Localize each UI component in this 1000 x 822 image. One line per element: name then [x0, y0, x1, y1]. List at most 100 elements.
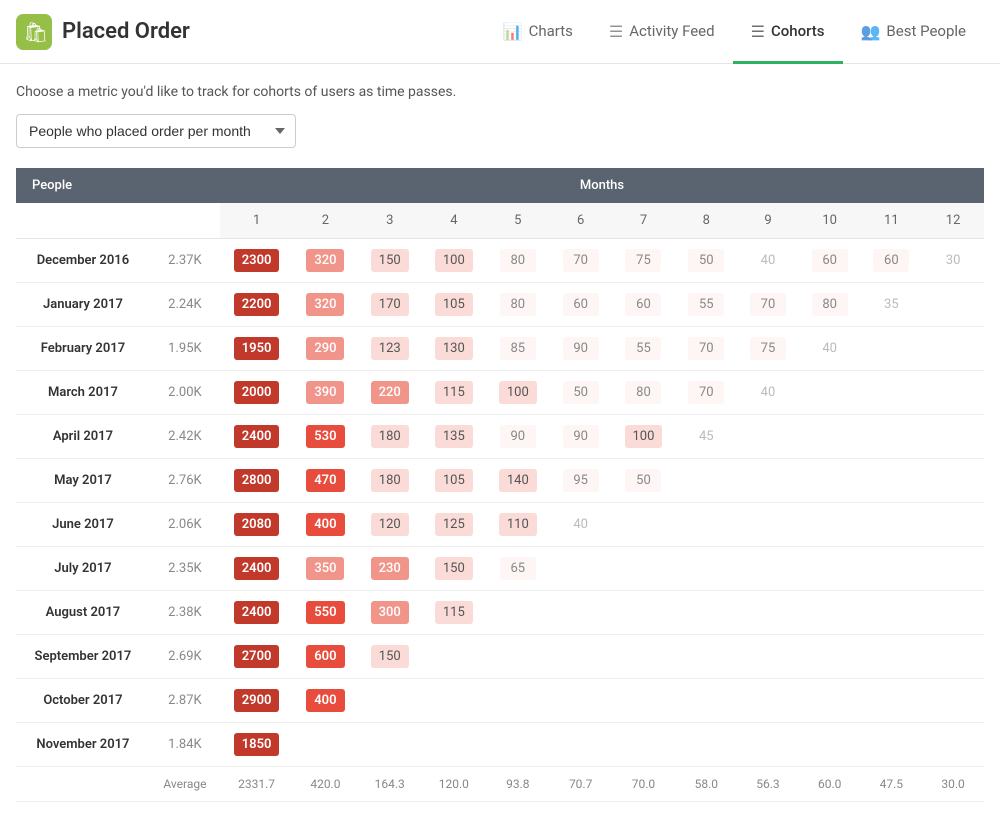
data-cell	[486, 723, 550, 767]
row-label: July 2017	[16, 547, 150, 591]
data-cell: 2800	[220, 459, 293, 503]
cohort-table: People Months 1 2 3 4 5 6 7 8 9 10 11 12…	[16, 168, 984, 802]
row-people: 2.76K	[150, 459, 220, 503]
data-cell: 70	[675, 327, 737, 371]
people-header: People	[16, 168, 220, 203]
data-cell	[486, 679, 550, 723]
data-cell	[861, 635, 923, 679]
avg-cell: 70.0	[611, 767, 675, 802]
data-cell: 470	[293, 459, 357, 503]
data-cell: 60	[611, 283, 675, 327]
data-cell	[675, 679, 737, 723]
data-cell: 40	[737, 239, 799, 283]
data-cell: 100	[486, 371, 550, 415]
metric-dropdown[interactable]: People who placed order per monthPeople …	[16, 114, 296, 148]
page-title: Placed Order	[62, 19, 190, 44]
data-cell	[737, 503, 799, 547]
data-cell: 2300	[220, 239, 293, 283]
data-cell: 40	[737, 371, 799, 415]
data-cell: 60	[861, 239, 923, 283]
data-cell: 220	[358, 371, 422, 415]
col-header-4: 4	[422, 203, 486, 239]
row-people: 2.69K	[150, 635, 220, 679]
data-cell	[486, 635, 550, 679]
data-cell: 75	[737, 327, 799, 371]
data-cell	[799, 547, 861, 591]
data-cell: 150	[358, 635, 422, 679]
avg-cell: 420.0	[293, 767, 357, 802]
col-header-2: 2	[293, 203, 357, 239]
data-cell	[550, 591, 612, 635]
data-cell: 135	[422, 415, 486, 459]
cohorts-icon: ☰	[751, 22, 765, 41]
data-cell	[358, 679, 422, 723]
data-cell	[422, 723, 486, 767]
data-cell: 170	[358, 283, 422, 327]
data-cell	[611, 547, 675, 591]
data-cell	[861, 723, 923, 767]
data-cell: 2400	[220, 547, 293, 591]
row-label: August 2017	[16, 591, 150, 635]
data-cell	[550, 547, 612, 591]
data-cell: 105	[422, 283, 486, 327]
row-label: December 2016	[16, 239, 150, 283]
row-people: 2.37K	[150, 239, 220, 283]
data-cell	[922, 679, 984, 723]
data-cell	[861, 503, 923, 547]
data-cell: 100	[611, 415, 675, 459]
tab-best-people-label: Best People	[886, 22, 966, 40]
table-row: February 20171.95K1950290123130859055707…	[16, 327, 984, 371]
tab-cohorts-label: Cohorts	[771, 22, 825, 40]
row-label: January 2017	[16, 283, 150, 327]
data-cell: 55	[611, 327, 675, 371]
data-cell: 2200	[220, 283, 293, 327]
tab-activity-feed[interactable]: ☰ Activity Feed	[591, 1, 733, 64]
data-cell	[861, 371, 923, 415]
avg-cell: 30.0	[922, 767, 984, 802]
data-cell	[550, 723, 612, 767]
avg-empty	[16, 767, 150, 802]
data-cell: 1950	[220, 327, 293, 371]
people-icon: 👥	[861, 22, 881, 41]
row-label: June 2017	[16, 503, 150, 547]
row-people: 2.24K	[150, 283, 220, 327]
data-cell	[922, 459, 984, 503]
data-cell: 90	[486, 415, 550, 459]
data-cell: 90	[550, 415, 612, 459]
data-cell: 40	[550, 503, 612, 547]
row-people: 1.95K	[150, 327, 220, 371]
col-header-6: 6	[550, 203, 612, 239]
avg-cell: 164.3	[358, 767, 422, 802]
tab-cohorts[interactable]: ☰ Cohorts	[733, 1, 843, 64]
data-cell: 1850	[220, 723, 293, 767]
data-cell	[922, 591, 984, 635]
data-cell: 350	[293, 547, 357, 591]
data-cell: 80	[799, 283, 861, 327]
row-people: 2.35K	[150, 547, 220, 591]
tab-charts-label: Charts	[529, 22, 573, 40]
tab-charts[interactable]: 📊 Charts	[485, 1, 591, 64]
table-row: May 20172.76K28004701801051409550	[16, 459, 984, 503]
data-cell: 150	[422, 547, 486, 591]
data-cell	[922, 503, 984, 547]
col-header-1: 1	[220, 203, 293, 239]
data-cell: 550	[293, 591, 357, 635]
data-cell: 70	[675, 371, 737, 415]
data-cell: 600	[293, 635, 357, 679]
data-cell: 320	[293, 239, 357, 283]
data-cell: 2400	[220, 415, 293, 459]
data-cell: 60	[799, 239, 861, 283]
tab-activity-label: Activity Feed	[629, 22, 714, 40]
data-cell: 290	[293, 327, 357, 371]
row-label: February 2017	[16, 327, 150, 371]
data-cell	[861, 415, 923, 459]
data-cell: 180	[358, 459, 422, 503]
table-subheader-row: 1 2 3 4 5 6 7 8 9 10 11 12	[16, 203, 984, 239]
avg-cell: 2331.7	[220, 767, 293, 802]
data-cell	[611, 679, 675, 723]
row-people: 2.38K	[150, 591, 220, 635]
data-cell	[611, 591, 675, 635]
data-cell	[861, 547, 923, 591]
tab-best-people[interactable]: 👥 Best People	[843, 1, 985, 64]
charts-icon: 📊	[503, 22, 523, 41]
